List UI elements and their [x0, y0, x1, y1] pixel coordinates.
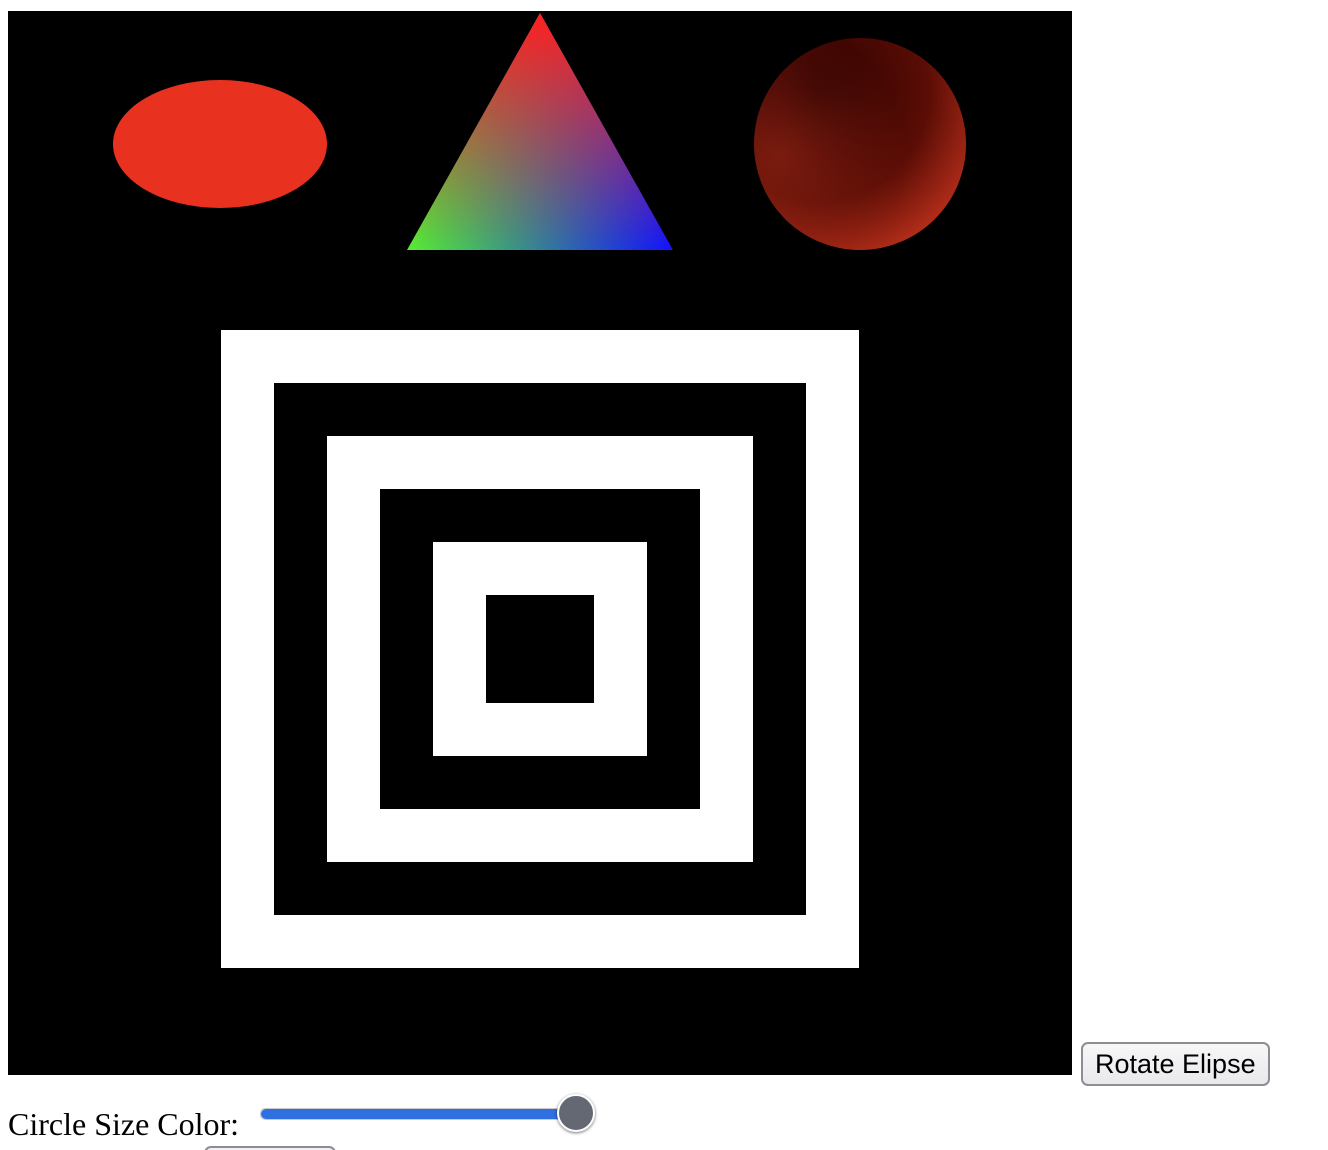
scene-svg — [8, 11, 1072, 1075]
nested-squares — [221, 330, 859, 968]
slider-track — [260, 1108, 575, 1120]
shaded-circle — [754, 38, 966, 250]
red-ellipse — [113, 80, 327, 208]
app-root: Rotate Elipse Circle Size Color: — [0, 0, 1328, 1150]
slider-thumb[interactable] — [557, 1094, 595, 1132]
square-ring-6 — [486, 595, 594, 703]
partial-control-below[interactable] — [204, 1146, 336, 1150]
circle-size-color-slider[interactable] — [258, 1094, 595, 1132]
webgl-canvas — [8, 11, 1072, 1075]
slider-fill — [261, 1109, 575, 1119]
circle-size-color-label: Circle Size Color: — [8, 1106, 240, 1142]
rotate-ellipse-button[interactable]: Rotate Elipse — [1081, 1042, 1270, 1086]
